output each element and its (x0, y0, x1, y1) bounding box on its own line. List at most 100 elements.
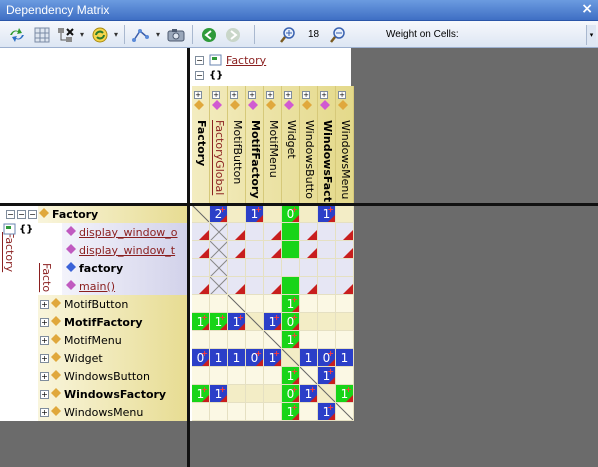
column-header-item[interactable]: + WindowsButto (300, 86, 318, 204)
forward-button[interactable] (223, 25, 243, 44)
expand-icon[interactable]: + (40, 335, 49, 345)
matrix-cell[interactable]: 1 + (336, 385, 354, 403)
matrix-cell[interactable] (336, 331, 354, 349)
matrix-cell[interactable] (264, 403, 282, 421)
matrix-cell[interactable] (264, 241, 282, 259)
cycle-button[interactable] (90, 25, 110, 44)
snapshot-button[interactable] (166, 25, 186, 44)
matrix-cell[interactable] (264, 295, 282, 313)
matrix-cell[interactable]: 0 + (282, 313, 300, 331)
matrix-cell[interactable] (228, 367, 246, 385)
column-namespace[interactable]: − {} (195, 70, 223, 81)
tree-row[interactable]: factory (66, 259, 123, 277)
tree-filter-dropdown-icon[interactable]: ▾ (78, 25, 86, 44)
matrix-cell[interactable] (228, 385, 246, 403)
tree-row[interactable]: − − − Factory (6, 205, 98, 223)
matrix-cell[interactable] (318, 385, 336, 403)
matrix-view-button[interactable] (32, 25, 52, 44)
matrix-cell[interactable] (264, 331, 282, 349)
matrix-cell[interactable] (210, 241, 228, 259)
matrix-cell[interactable] (336, 367, 354, 385)
tree-row[interactable]: + WindowsMenu (40, 403, 143, 421)
matrix-cell[interactable] (192, 331, 210, 349)
matrix-cell[interactable] (282, 223, 300, 241)
matrix-cell[interactable]: 0 + (192, 349, 210, 367)
matrix-cell[interactable] (264, 277, 282, 295)
matrix-cell[interactable]: 1 + (282, 403, 300, 421)
matrix-cell[interactable]: 1 + (318, 205, 336, 223)
pane-divider-horizontal[interactable] (0, 203, 598, 206)
matrix-cell[interactable] (228, 277, 246, 295)
matrix-cell[interactable]: 1 (210, 349, 228, 367)
graph-dropdown-icon[interactable]: ▾ (154, 25, 162, 44)
matrix-cell[interactable] (246, 241, 264, 259)
graph-button[interactable] (130, 25, 152, 44)
matrix-cell[interactable] (246, 367, 264, 385)
cycle-dropdown-icon[interactable]: ▾ (112, 25, 120, 44)
tree-row[interactable]: + MotifButton (40, 295, 128, 313)
matrix-cell[interactable] (228, 331, 246, 349)
matrix-cell[interactable] (192, 223, 210, 241)
matrix-cell[interactable] (282, 277, 300, 295)
row-namespace[interactable]: {} (3, 223, 33, 236)
matrix-cell[interactable]: 1 (336, 349, 354, 367)
matrix-cell[interactable] (318, 295, 336, 313)
matrix-cell[interactable]: 2 + (210, 205, 228, 223)
matrix-cell[interactable] (210, 277, 228, 295)
matrix-cell[interactable] (246, 295, 264, 313)
matrix-cell[interactable] (246, 403, 264, 421)
matrix-cell[interactable] (318, 223, 336, 241)
tree-row[interactable]: + MotifMenu (40, 331, 122, 349)
matrix-cell[interactable] (228, 241, 246, 259)
expand-icon[interactable]: + (40, 353, 49, 363)
matrix-cell[interactable] (282, 241, 300, 259)
matrix-cell[interactable] (336, 403, 354, 421)
matrix-cell[interactable] (336, 223, 354, 241)
matrix-cell[interactable] (192, 241, 210, 259)
matrix-cell[interactable]: 0 + (282, 385, 300, 403)
expand-icon[interactable]: + (40, 299, 49, 309)
tree-row[interactable]: display_window_o (66, 223, 178, 241)
tree-row[interactable]: main() (66, 277, 115, 295)
matrix-cell[interactable] (228, 295, 246, 313)
matrix-cell[interactable] (336, 241, 354, 259)
matrix-cell[interactable] (300, 241, 318, 259)
column-header-item[interactable]: + Widget (282, 86, 300, 204)
matrix-cell[interactable]: 1 + (228, 313, 246, 331)
matrix-cell[interactable] (192, 295, 210, 313)
matrix-cell[interactable]: 1 + (264, 349, 282, 367)
matrix-cell[interactable] (192, 277, 210, 295)
matrix-cell[interactable] (318, 331, 336, 349)
collapse-icon[interactable]: − (6, 209, 15, 219)
matrix-cell[interactable] (210, 223, 228, 241)
matrix-cell[interactable] (336, 295, 354, 313)
matrix-cell[interactable] (228, 259, 246, 277)
matrix-cell[interactable]: 0 + (318, 349, 336, 367)
matrix-cell[interactable]: 1 + (192, 313, 210, 331)
column-header-item[interactable]: + FactoryGlobal (210, 86, 228, 204)
matrix-cell[interactable] (318, 277, 336, 295)
matrix-cell[interactable] (264, 367, 282, 385)
matrix-cell[interactable] (210, 367, 228, 385)
matrix-cell[interactable]: 1 + (282, 295, 300, 313)
expand-icon[interactable]: + (40, 371, 49, 381)
tree-row[interactable]: + MotifFactory (40, 313, 143, 331)
zoom-in-button[interactable] (278, 25, 298, 44)
matrix-cell[interactable] (210, 403, 228, 421)
matrix-cell[interactable] (228, 403, 246, 421)
tree-row[interactable]: + WindowsFactory (40, 385, 166, 403)
column-header-item[interactable]: + Factory (192, 86, 210, 204)
matrix-cell[interactable] (318, 241, 336, 259)
row-subgroup-label[interactable]: Facto (40, 263, 53, 292)
matrix-cell[interactable]: 0 + (246, 349, 264, 367)
matrix-cell[interactable] (336, 259, 354, 277)
matrix-cell[interactable]: 1 + (282, 331, 300, 349)
column-header-item[interactable]: + MotifFactory (246, 86, 264, 204)
matrix-cell[interactable]: 1 + (210, 385, 228, 403)
expand-icon[interactable]: + (40, 407, 49, 417)
matrix-cell[interactable] (336, 205, 354, 223)
collapse-icon[interactable]: − (195, 55, 204, 65)
tree-filter-button[interactable] (56, 25, 76, 44)
matrix-cell[interactable] (300, 205, 318, 223)
matrix-cell[interactable] (300, 295, 318, 313)
